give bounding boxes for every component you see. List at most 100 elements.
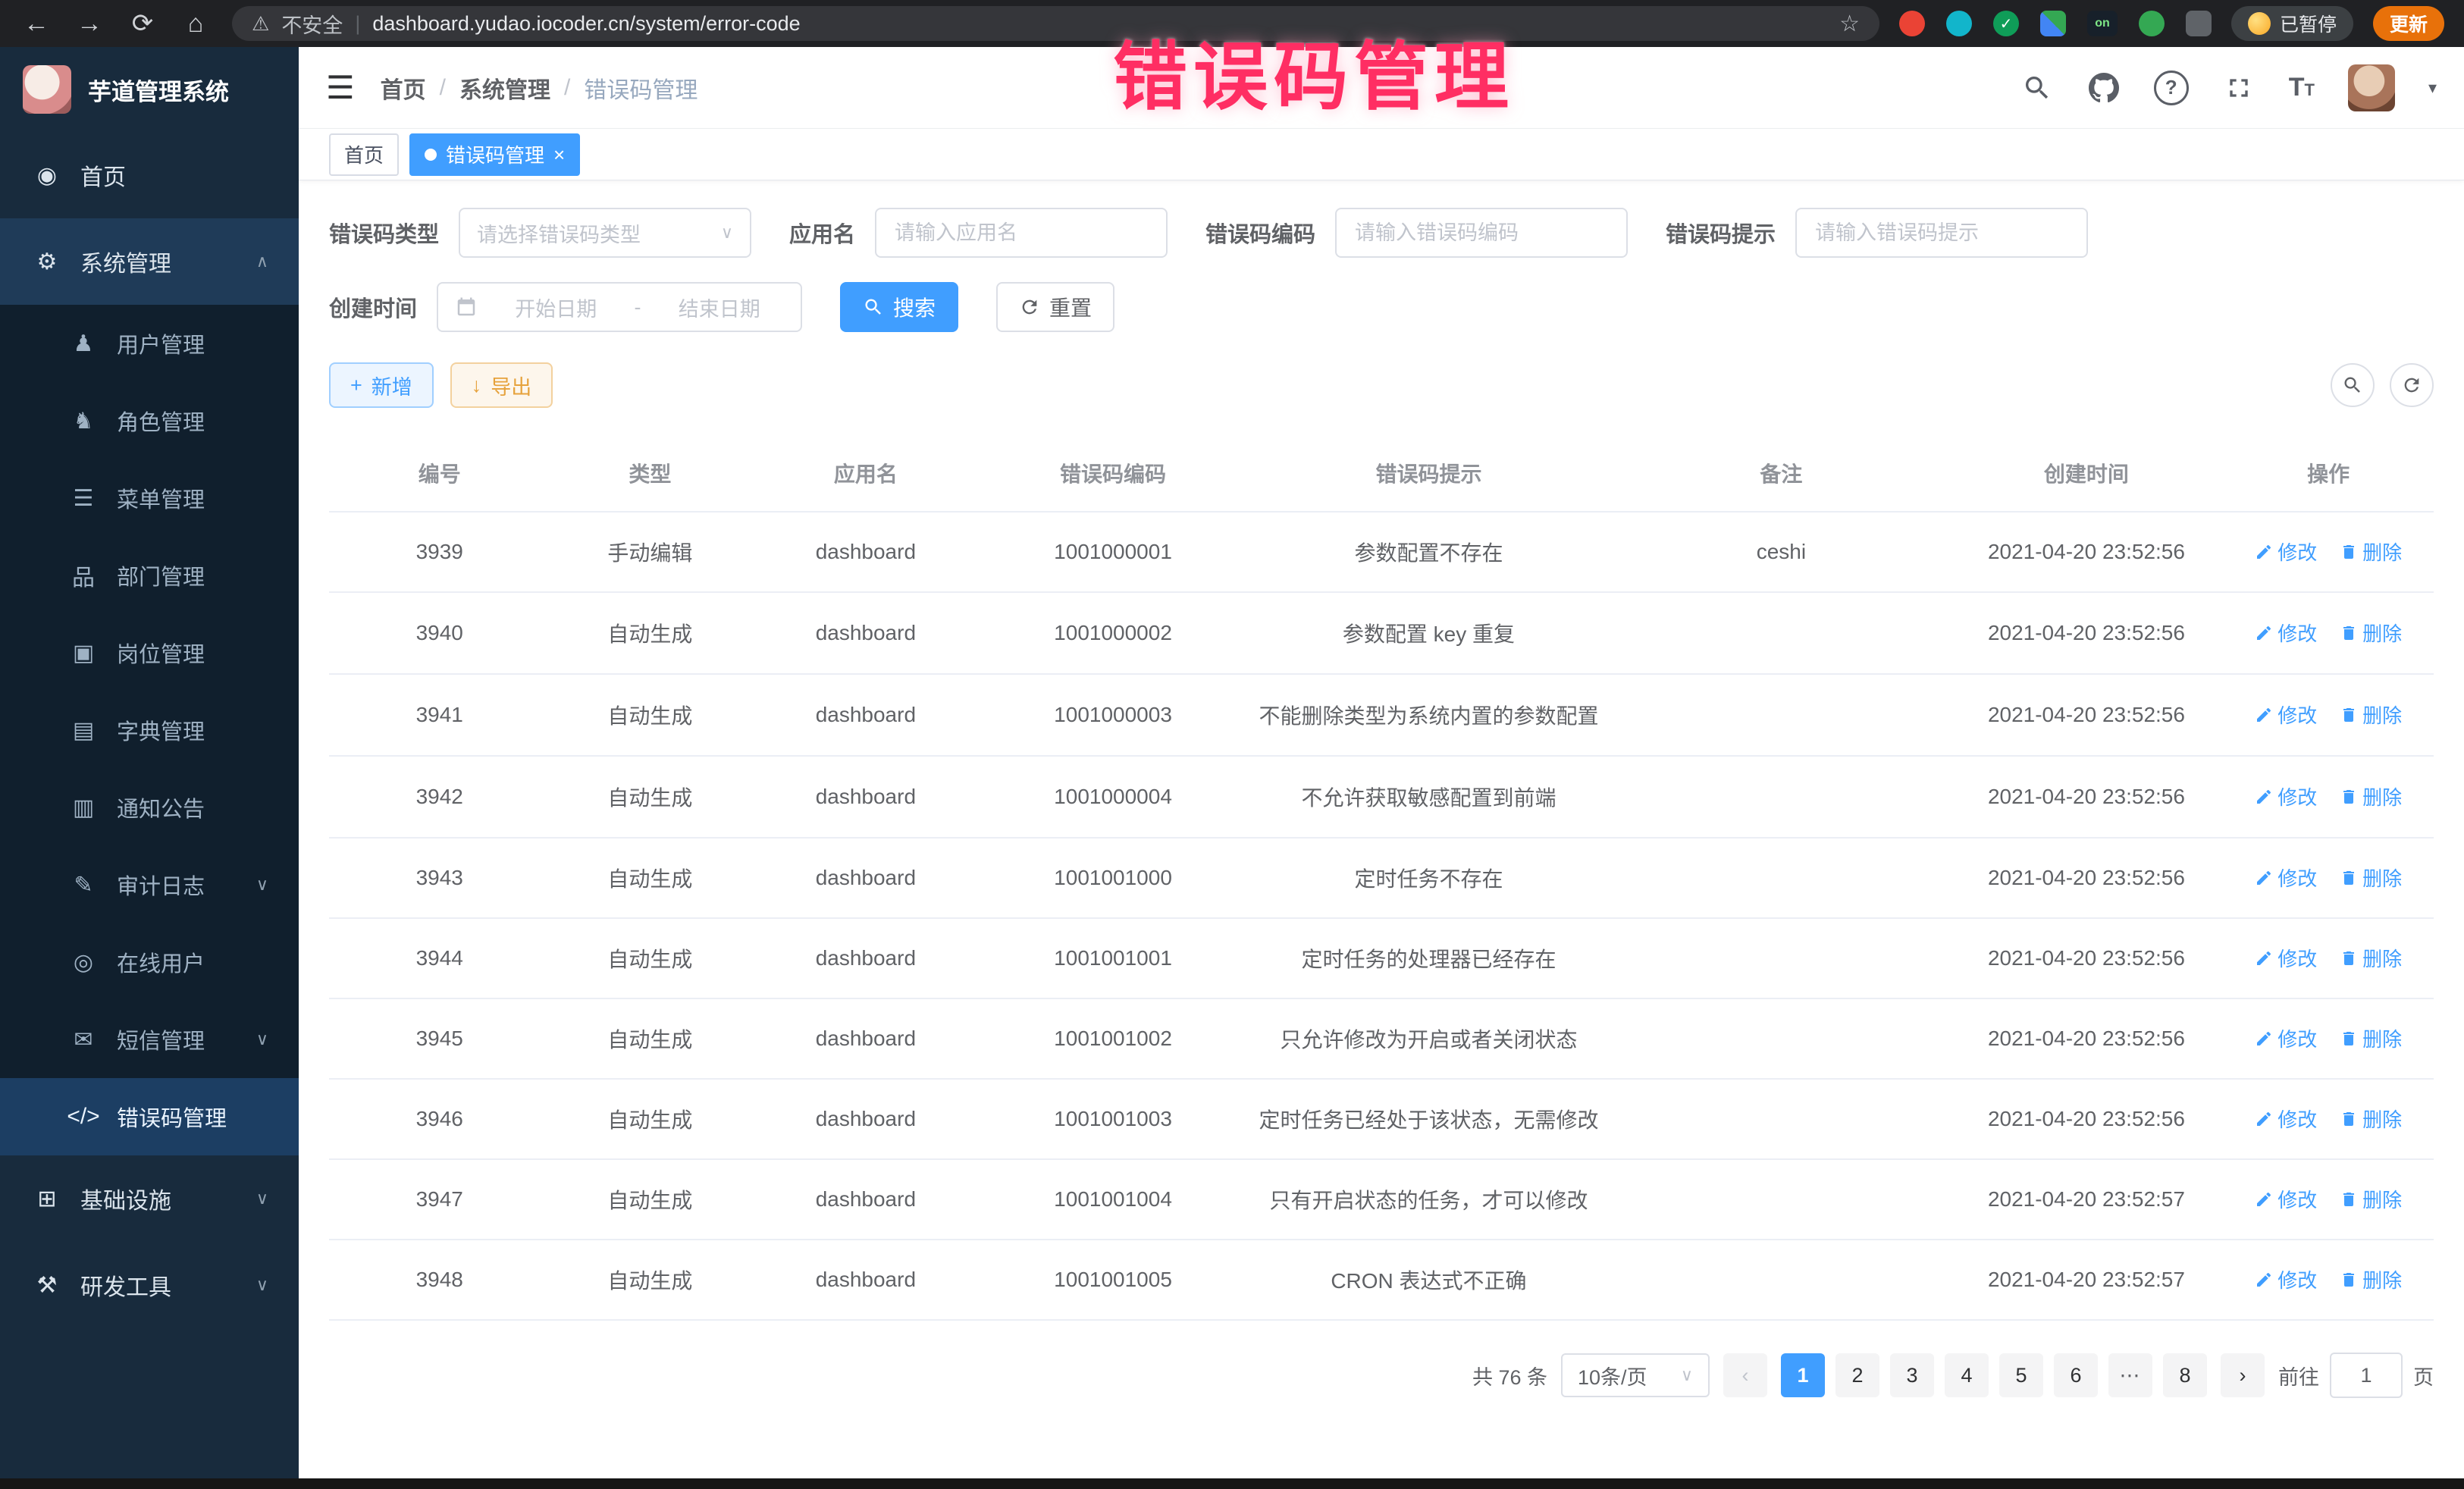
sidebar-item-infra[interactable]: ⊞ 基础设施 ∨ xyxy=(0,1155,299,1242)
pager-page-4[interactable]: 4 xyxy=(1945,1353,1989,1397)
sidebar-item-error-code[interactable]: </> 错误码管理 xyxy=(0,1078,299,1155)
breadcrumb-item[interactable]: 系统管理 xyxy=(459,71,550,105)
pager-page-8[interactable]: 8 xyxy=(2163,1353,2207,1397)
search-icon[interactable] xyxy=(2020,71,2054,105)
sidebar-item-user[interactable]: ♟ 用户管理 xyxy=(0,305,299,382)
bookmark-star-icon[interactable]: ☆ xyxy=(1839,11,1860,37)
delete-link[interactable]: 删除 xyxy=(2340,701,2402,729)
sidebar-item-sms[interactable]: ✉ 短信管理 ∨ xyxy=(0,1001,299,1078)
app-name-input[interactable] xyxy=(893,221,1149,246)
tab-错误码管理[interactable]: 错误码管理× xyxy=(409,133,580,176)
edit-link[interactable]: 修改 xyxy=(2255,782,2317,810)
error-type-select[interactable]: 请选择错误码类型 ∨ xyxy=(459,208,751,258)
sidebar-item-audit-log[interactable]: ✎ 审计日志 ∨ xyxy=(0,846,299,923)
paused-badge[interactable]: 已暂停 xyxy=(2231,6,2353,41)
sidebar-item-dict[interactable]: ▤ 字典管理 xyxy=(0,691,299,769)
table-row: 3942 自动生成 dashboard 1001000004 不允许获取敏感配置… xyxy=(329,756,2434,838)
breadcrumb-item[interactable]: 首页 xyxy=(381,71,426,105)
collapse-sidebar-icon[interactable]: ☰ xyxy=(326,69,355,106)
edit-link[interactable]: 修改 xyxy=(2255,1185,2317,1213)
edit-link[interactable]: 修改 xyxy=(2255,1024,2317,1052)
date-range-picker[interactable]: 开始日期 - 结束日期 xyxy=(437,282,802,332)
extension-icon-red[interactable] xyxy=(1899,11,1925,36)
pager-page-2[interactable]: 2 xyxy=(1835,1353,1879,1397)
sidebar-item-system[interactable]: ⚙ 系统管理 ∧ xyxy=(0,218,299,305)
refresh-table-icon[interactable] xyxy=(2390,363,2434,407)
breadcrumb-item: 错误码管理 xyxy=(584,71,698,105)
tab-首页[interactable]: 首页 xyxy=(329,133,399,176)
cell-msg: 只允许修改为开启或者关闭状态 xyxy=(1245,998,1613,1079)
tab-close-icon[interactable]: × xyxy=(553,145,565,165)
pager-page-3[interactable]: 3 xyxy=(1890,1353,1934,1397)
prev-page-button[interactable]: ‹ xyxy=(1723,1353,1767,1397)
extension-icon-grid[interactable] xyxy=(2040,11,2066,36)
error-code-input[interactable] xyxy=(1353,221,1610,246)
edit-link[interactable]: 修改 xyxy=(2255,944,2317,972)
home-icon[interactable]: ⌂ xyxy=(179,9,212,39)
delete-link[interactable]: 删除 xyxy=(2340,864,2402,892)
delete-link[interactable]: 删除 xyxy=(2340,782,2402,810)
edit-link[interactable]: 修改 xyxy=(2255,701,2317,729)
toggle-search-icon[interactable] xyxy=(2331,363,2375,407)
error-msg-input[interactable] xyxy=(1814,221,2070,246)
reload-icon[interactable]: ⟳ xyxy=(126,8,159,39)
delete-link[interactable]: 删除 xyxy=(2340,619,2402,647)
sidebar-item-online-user[interactable]: ◎ 在线用户 xyxy=(0,923,299,1001)
sidebar-item-post[interactable]: ▣ 岗位管理 xyxy=(0,614,299,691)
extension-icon-leaf[interactable] xyxy=(2139,11,2165,36)
delete-link[interactable]: 删除 xyxy=(2340,944,2402,972)
address-bar[interactable]: ⚠ 不安全 | dashboard.yudao.iocoder.cn/syste… xyxy=(232,6,1879,41)
update-button[interactable]: 更新 xyxy=(2373,6,2444,41)
delete-link[interactable]: 删除 xyxy=(2340,538,2402,566)
edit-link[interactable]: 修改 xyxy=(2255,1265,2317,1293)
goto-page-input[interactable] xyxy=(2330,1353,2403,1398)
sidebar-item-dept[interactable]: 品 部门管理 xyxy=(0,537,299,614)
sidebar-item-notice[interactable]: ▥ 通知公告 xyxy=(0,769,299,846)
extensions-puzzle-icon[interactable] xyxy=(2186,11,2212,36)
sidebar-item-label: 系统管理 xyxy=(80,245,171,278)
cell-type: 自动生成 xyxy=(550,1159,750,1240)
delete-link[interactable]: 删除 xyxy=(2340,1105,2402,1133)
avatar-caret-icon[interactable]: ▾ xyxy=(2428,78,2437,98)
help-icon[interactable]: ? xyxy=(2154,71,2189,105)
pager-more[interactable]: ⋯ xyxy=(2108,1353,2152,1397)
cell-time: 2021-04-20 23:52:56 xyxy=(1950,512,2224,592)
github-icon[interactable] xyxy=(2087,71,2121,105)
reset-button[interactable]: 重置 xyxy=(996,282,1114,332)
col-type: 类型 xyxy=(550,435,750,512)
extension-icon-teal[interactable] xyxy=(1946,11,1972,36)
edit-link[interactable]: 修改 xyxy=(2255,1105,2317,1133)
delete-link[interactable]: 删除 xyxy=(2340,1265,2402,1293)
user-avatar[interactable] xyxy=(2348,64,2395,111)
pager-page-1[interactable]: 1 xyxy=(1781,1353,1825,1397)
cell-time: 2021-04-20 23:52:57 xyxy=(1950,1240,2224,1320)
cell-type: 自动生成 xyxy=(550,1079,750,1159)
page-size-select[interactable]: 10条/页 ∨ xyxy=(1561,1353,1710,1397)
export-button[interactable]: ↓ 导出 xyxy=(450,362,553,408)
extension-icon-green-check[interactable]: ✓ xyxy=(1993,11,2019,36)
app-logo[interactable]: 芋道管理系统 xyxy=(0,47,299,132)
sidebar-item-role[interactable]: ♞ 角色管理 xyxy=(0,382,299,459)
add-button[interactable]: + 新增 xyxy=(329,362,434,408)
font-size-icon[interactable]: TT xyxy=(2289,73,2315,102)
sidebar-item-label: 审计日志 xyxy=(117,869,205,901)
next-page-button[interactable]: › xyxy=(2221,1353,2265,1397)
sidebar-item-home[interactable]: ◉ 首页 xyxy=(0,132,299,218)
pager-page-5[interactable]: 5 xyxy=(1999,1353,2043,1397)
edit-link[interactable]: 修改 xyxy=(2255,538,2317,566)
extension-icon-on-badge[interactable]: on xyxy=(2087,11,2118,36)
edit-link[interactable]: 修改 xyxy=(2255,619,2317,647)
delete-link[interactable]: 删除 xyxy=(2340,1185,2402,1213)
cell-id: 3948 xyxy=(329,1240,550,1320)
refresh-icon xyxy=(1019,296,1040,318)
pager-page-6[interactable]: 6 xyxy=(2054,1353,2098,1397)
sidebar-item-menu[interactable]: ☰ 菜单管理 xyxy=(0,459,299,537)
filter-app-name: 应用名 xyxy=(789,208,1168,258)
sidebar-item-dev-tool[interactable]: ⚒ 研发工具 ∨ xyxy=(0,1242,299,1328)
search-button[interactable]: 搜索 xyxy=(840,282,958,332)
fullscreen-icon[interactable] xyxy=(2222,71,2256,105)
back-icon[interactable]: ← xyxy=(20,9,53,39)
edit-link[interactable]: 修改 xyxy=(2255,864,2317,892)
delete-link[interactable]: 删除 xyxy=(2340,1024,2402,1052)
forward-icon[interactable]: → xyxy=(73,9,106,39)
